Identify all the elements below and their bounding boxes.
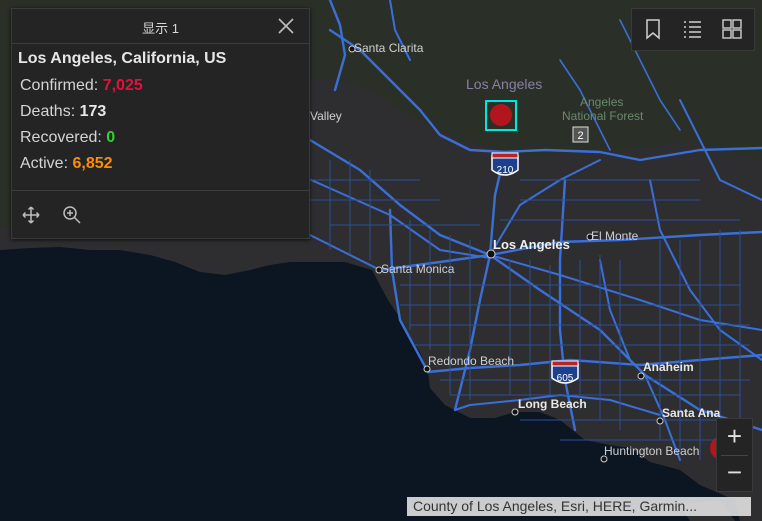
stat-active-value: 6,852 (72, 155, 113, 172)
popup-title: 显示 1 (142, 21, 179, 36)
close-icon[interactable] (277, 17, 295, 35)
stat-active: Active: 6,852 (20, 154, 303, 173)
label-santa-ana: Santa Ana (662, 406, 721, 420)
shield-605-label: 605 (557, 373, 574, 384)
stat-recovered: Recovered: 0 (20, 128, 303, 147)
popup-actions (12, 190, 309, 238)
case-marker-los-angeles[interactable] (490, 104, 512, 126)
popup-location: Los Angeles, California, US (18, 50, 227, 67)
label-santa-monica: Santa Monica (381, 262, 455, 276)
shield-210-label: 210 (497, 165, 514, 176)
stat-confirmed-label: Confirmed: (20, 77, 99, 94)
label-santa-clarita: Santa Clarita (354, 41, 424, 55)
shield-2-label: 2 (577, 130, 583, 142)
zoom-in-button[interactable]: + (717, 419, 752, 455)
label-el-monte: El Monte (591, 229, 639, 243)
label-huntington-beach: Huntington Beach (604, 444, 699, 458)
stat-deaths: Deaths: 173 (20, 102, 303, 121)
stat-recovered-value: 0 (106, 129, 116, 146)
stat-active-label: Active: (20, 155, 69, 172)
label-valley: Valley (310, 109, 342, 123)
label-angeles-nf-2: National Forest (562, 109, 644, 123)
basemap-gallery-icon[interactable] (721, 18, 743, 40)
label-angeles-nf-1: Angeles (580, 95, 623, 109)
attribution[interactable]: County of Los Angeles, Esri, HERE, Garmi… (407, 497, 751, 516)
stat-recovered-label: Recovered: (20, 129, 102, 146)
zoom-control: + − (716, 418, 753, 492)
label-los-angeles-city: Los Angeles (493, 237, 570, 252)
label-long-beach: Long Beach (518, 397, 587, 411)
label-redondo-beach: Redondo Beach (428, 354, 514, 368)
popup: 显示 1 Los Angeles, California, US Confirm… (11, 8, 310, 239)
layer-list-icon[interactable] (681, 18, 703, 40)
zoom-to-icon[interactable] (62, 205, 82, 225)
bookmark-icon[interactable] (642, 18, 664, 40)
map-toolbar (631, 8, 755, 51)
stat-confirmed-value: 7,025 (102, 77, 143, 94)
map-view[interactable]: Santa Clarita Los Angeles Angeles Nation… (0, 0, 762, 521)
stat-deaths-value: 173 (79, 103, 107, 120)
label-anaheim: Anaheim (643, 360, 694, 374)
popup-body: Los Angeles, California, US Confirmed: 7… (12, 50, 309, 173)
stat-confirmed: Confirmed: 7,025 (20, 76, 303, 95)
label-los-angeles-region: Los Angeles (466, 76, 542, 92)
stat-deaths-label: Deaths: (20, 103, 76, 120)
popup-header: 显示 1 (12, 9, 309, 44)
pan-icon[interactable] (21, 205, 41, 225)
zoom-out-button[interactable]: − (717, 455, 752, 491)
